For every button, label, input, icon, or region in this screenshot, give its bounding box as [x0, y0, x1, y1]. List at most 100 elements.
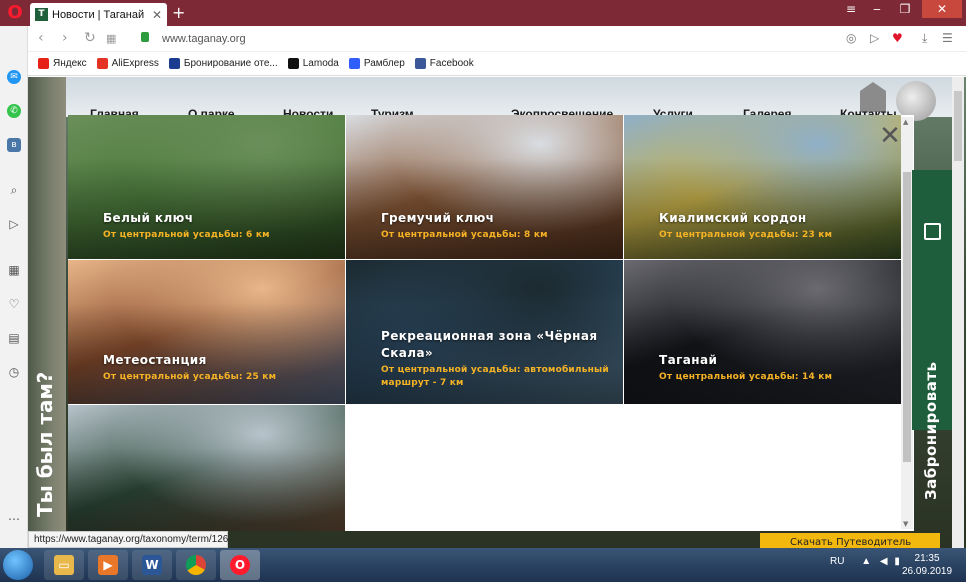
booking-icon	[168, 58, 180, 69]
media-player-taskbar-button[interactable]: ▶	[88, 550, 128, 580]
reload-icon[interactable]: ↻	[84, 30, 96, 46]
url-field[interactable]: www.taganay.org	[162, 33, 246, 45]
heart-icon[interactable]: ♡	[7, 297, 21, 311]
place-title: Гремучий ключ	[381, 211, 495, 225]
minimize-button[interactable]: ‒	[866, 0, 888, 18]
scroll-up-icon[interactable]: ▲	[903, 118, 908, 126]
close-icon[interactable]: ✕	[878, 123, 902, 149]
facebook-icon	[414, 58, 426, 69]
place-card[interactable]: Гремучий ключ От центральной усадьбы: 8 к…	[346, 115, 623, 259]
start-button[interactable]	[3, 550, 33, 580]
yandex-icon	[38, 58, 49, 69]
place-title: Таганай	[659, 353, 718, 367]
place-card[interactable]: Метеостанция От центральной усадьбы: 25 к…	[68, 260, 345, 404]
send-icon[interactable]: ▷	[870, 31, 879, 45]
tray-arrow-icon[interactable]: ▲	[861, 556, 871, 567]
place-card[interactable]: Таганай От центральной усадьбы: 14 км	[624, 260, 901, 404]
volume-icon[interactable]: ◀	[880, 556, 888, 567]
bookmark-item[interactable]: Яндекс	[38, 58, 87, 69]
language-indicator[interactable]: RU	[830, 556, 844, 567]
places-modal: Таганай От центральной усадьбы: 14 км Рекр…	[68, 115, 914, 531]
opera-taskbar-button[interactable]: O	[220, 550, 260, 580]
explorer-taskbar-button[interactable]: ▭	[44, 550, 84, 580]
left-promo-banner[interactable]: Ты был там?	[28, 77, 66, 548]
lamoda-icon	[287, 58, 299, 69]
secure-lock-icon[interactable]	[141, 32, 149, 42]
send-icon[interactable]: ▷	[7, 217, 21, 231]
network-icon[interactable]: ▮	[894, 556, 900, 567]
clock-time: 21:35	[914, 553, 940, 564]
bookmark-label: Lamoda	[302, 58, 339, 69]
clock-date: 26.09.2019	[902, 566, 953, 577]
bookmark-item[interactable]: Lamoda	[287, 58, 339, 69]
bookmark-label: Бронирование оте...	[183, 58, 278, 69]
place-title: Киалимский кордон	[659, 211, 807, 225]
address-bar: ‹ › ↻ ▦ www.taganay.org ◎ ▷ ♥ ⤓ ☰	[28, 26, 966, 52]
book-button[interactable]: Забронировать	[912, 170, 954, 500]
page-scroll-thumb[interactable]	[954, 91, 962, 161]
speed-dial-icon[interactable]: ▦	[106, 32, 116, 45]
vk-icon[interactable]: в	[7, 138, 21, 152]
opera-icon: O	[230, 555, 250, 575]
bookmarks-bar: Яндекс AliExpress Бронирование оте... Lamod…	[28, 52, 966, 76]
search-icon[interactable]: ⌕	[7, 183, 21, 197]
system-tray: RU ▲ ◀ ▮	[830, 556, 900, 567]
page-scrollbar[interactable]	[952, 77, 964, 548]
whatsapp-icon[interactable]: ✆	[7, 104, 21, 118]
place-card[interactable]: Киалимский кордон От центральной усадьбы:…	[624, 115, 901, 259]
place-card[interactable]: Белый ключ От центральной усадьбы: 6 км	[68, 115, 345, 259]
word-icon: W	[142, 555, 162, 575]
bookmark-item[interactable]: AliExpress	[96, 58, 159, 69]
place-distance: От центральной усадьбы: 14 км	[659, 372, 833, 382]
left-banner-text: Ты был там?	[33, 371, 57, 517]
scroll-down-icon[interactable]: ▼	[903, 520, 908, 528]
opera-menu-icon[interactable]: O	[5, 3, 25, 23]
word-taskbar-button[interactable]: W	[132, 550, 172, 580]
place-title: Белый ключ	[103, 211, 194, 225]
heart-icon[interactable]: ♥	[892, 31, 903, 45]
new-tab-button[interactable]: +	[172, 4, 185, 22]
restore-button[interactable]: ❐	[894, 0, 916, 18]
menu-lines-icon[interactable]: ≡	[840, 0, 862, 18]
place-distance: От центральной усадьбы: 8 км	[381, 230, 548, 240]
back-icon[interactable]: ‹	[38, 30, 44, 46]
place-title: Метеостанция	[103, 353, 207, 367]
folder-icon: ▭	[54, 555, 74, 575]
title-bar: O T Новости | Таганай ✕ + ‒ ❐ ✕ ≡	[0, 0, 966, 26]
place-distance: От центральной усадьбы: автомобильный ма…	[381, 365, 609, 388]
tab-active[interactable]: T Новости | Таганай ✕	[30, 3, 167, 26]
place-card[interactable]: Рекреационная зона «Чёрная Скала» От цент…	[346, 260, 623, 404]
place-title: Рекреационная зона «Чёрная Скала»	[381, 329, 598, 360]
more-icon[interactable]: ⋯	[7, 512, 21, 526]
bookmark-item[interactable]: Facebook	[414, 58, 474, 69]
bookmark-label: Facebook	[429, 58, 474, 69]
opera-sidebar: ✉ ✆ в ⌕ ▷ ▦ ♡ ▤ ◷ ⋯	[0, 26, 28, 548]
news-icon[interactable]: ▤	[7, 331, 21, 345]
camera-icon[interactable]: ◎	[846, 31, 856, 45]
clock[interactable]: 21:35 26.09.2019	[902, 552, 952, 578]
place-card[interactable]	[68, 405, 345, 531]
windows-taskbar: ▭ ▶ W O RU ▲ ◀ ▮ 21:35 26.09.2019	[0, 548, 966, 582]
book-button-label: Забронировать	[922, 361, 940, 500]
chrome-taskbar-button[interactable]	[176, 550, 216, 580]
history-icon[interactable]: ◷	[7, 365, 21, 379]
bookmark-item[interactable]: Рамблер	[348, 58, 405, 69]
bookmark-item[interactable]: Бронирование оте...	[168, 58, 278, 69]
aliexpress-icon	[96, 58, 108, 69]
close-window-button[interactable]: ✕	[922, 0, 962, 18]
chrome-icon	[186, 555, 206, 575]
apps-grid-icon[interactable]: ▦	[7, 263, 21, 277]
settings-lines-icon[interactable]: ☰	[942, 31, 953, 45]
promo-text: Скачать Путеводитель	[790, 537, 912, 548]
download-icon[interactable]: ⤓	[922, 31, 927, 46]
bookmark-label: Рамблер	[363, 58, 405, 69]
modal-scroll-thumb[interactable]	[903, 172, 911, 462]
tab-close-icon[interactable]: ✕	[152, 8, 162, 22]
bookmark-label: Яндекс	[53, 58, 87, 69]
messenger-icon[interactable]: ✉	[7, 70, 21, 84]
guide-download-banner[interactable]: Скачать Путеводитель	[760, 533, 940, 548]
forward-icon[interactable]: ›	[62, 30, 68, 46]
rambler-icon	[348, 58, 360, 69]
place-distance: От центральной усадьбы: 6 км	[103, 230, 270, 240]
calendar-icon	[924, 223, 941, 240]
